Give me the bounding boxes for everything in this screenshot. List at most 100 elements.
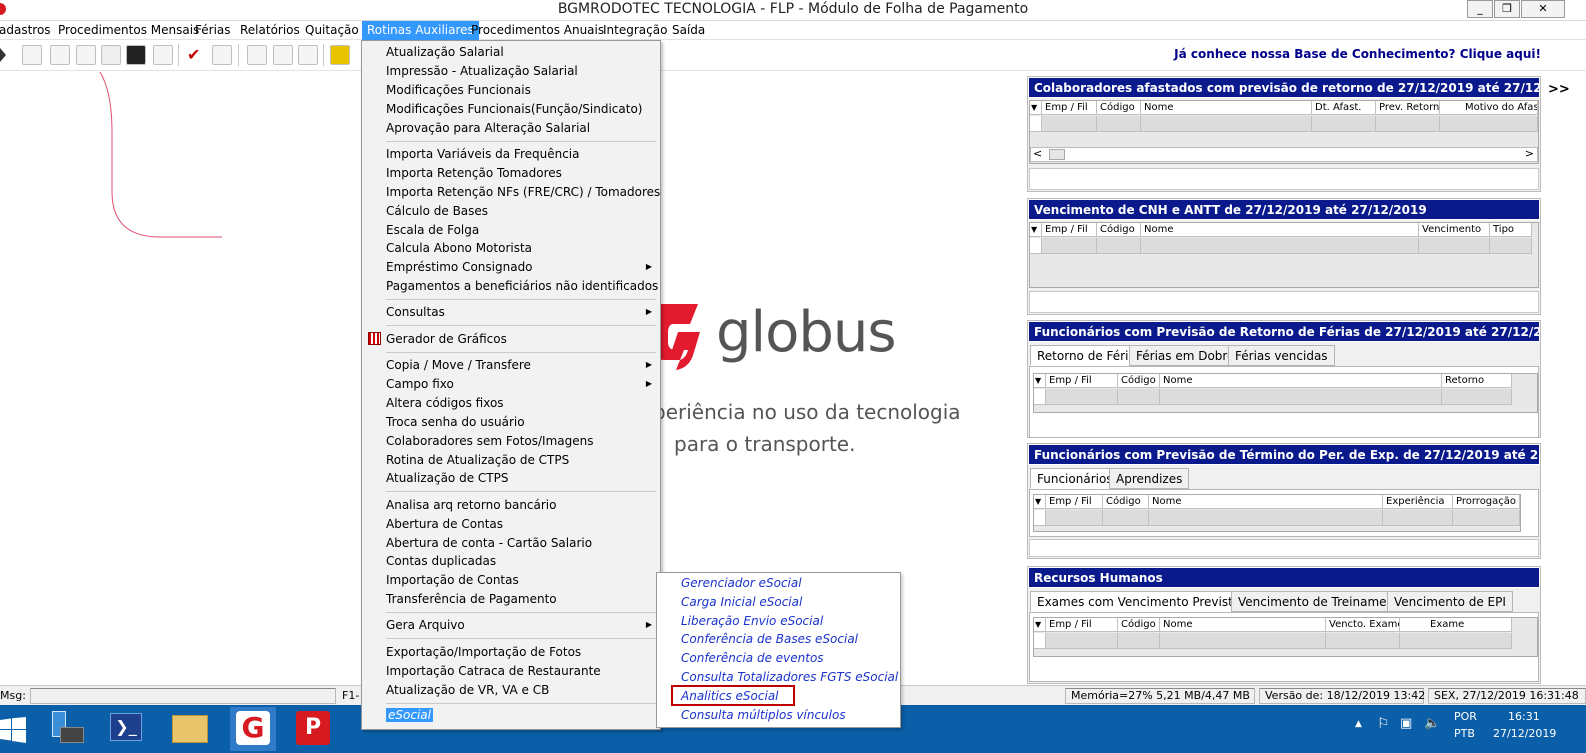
grid-cell[interactable] xyxy=(1160,633,1326,649)
chart-icon[interactable] xyxy=(212,45,232,65)
tab-epi[interactable]: Vencimento de EPI xyxy=(1387,591,1513,612)
user-icon[interactable] xyxy=(50,45,70,65)
grid-header[interactable]: Código xyxy=(1097,101,1141,115)
grid-cell[interactable] xyxy=(1118,633,1160,649)
grid-cell[interactable] xyxy=(1141,116,1312,132)
knowledge-base-link[interactable]: Já conhece nossa Base de Conhecimento? C… xyxy=(1174,47,1541,61)
tab-funcionarios[interactable]: Funcionários xyxy=(1030,468,1120,489)
menu-cadastros[interactable]: adastros xyxy=(0,21,56,40)
menu-quitacao[interactable]: Quitação xyxy=(300,21,364,40)
data-grid[interactable]: ▼ Emp / Fil Código Nome Experiência Pror… xyxy=(1033,494,1521,532)
tab-aprendizes[interactable]: Aprendizes xyxy=(1109,468,1190,489)
menu-procedimentos-anuais[interactable]: Procedimentos Anuais xyxy=(466,21,609,40)
grid-header[interactable]: Experiência xyxy=(1383,495,1453,509)
grid-header[interactable]: Nome xyxy=(1160,618,1326,632)
tray-expand-icon[interactable]: ▲ xyxy=(1355,719,1362,729)
grid-cell[interactable] xyxy=(1376,116,1440,132)
language-indicator[interactable]: POR xyxy=(1454,710,1477,723)
grid-menu-icon[interactable]: ▼ xyxy=(1030,101,1042,115)
grid-cell[interactable] xyxy=(1097,238,1141,254)
powershell-icon[interactable]: ❯_ xyxy=(110,713,142,741)
menu-saida[interactable]: Saída xyxy=(667,21,710,40)
grid-cell[interactable] xyxy=(1160,389,1442,405)
menu-item[interactable]: Importa Retenção NFs (FRE/CRC) / Tomador… xyxy=(364,183,660,202)
grid-header[interactable]: Retorno xyxy=(1442,374,1512,388)
grid-cell[interactable] xyxy=(1046,389,1118,405)
scroll-left-icon[interactable]: < xyxy=(1033,147,1042,160)
grid-header[interactable]: Nome xyxy=(1141,223,1419,237)
menu-item[interactable]: Rotina de Atualização de CTPS xyxy=(364,451,658,470)
windows-start-icon[interactable] xyxy=(0,717,26,743)
menu-item[interactable]: Aprovação para Alteração Salarial xyxy=(364,119,658,138)
menu-item[interactable]: Altera códigos fixos xyxy=(364,394,658,413)
menu-item-consultas[interactable]: Consultas xyxy=(364,303,658,322)
grid-row-selector[interactable] xyxy=(1030,238,1042,254)
menu-item[interactable]: Importação de Contas xyxy=(364,571,658,590)
network-icon[interactable]: ▣ xyxy=(1400,716,1412,731)
menu-item-gera-arquivo[interactable]: Gera Arquivo xyxy=(364,616,658,635)
grid-header[interactable]: Nome xyxy=(1149,495,1383,509)
clock-time[interactable]: 16:31 xyxy=(1508,710,1540,723)
grid-header[interactable]: Prorrogação xyxy=(1453,495,1520,509)
submenu-item[interactable]: Liberação Envio eSocial xyxy=(681,612,823,631)
menu-item[interactable]: Importação Catraca de Restaurante xyxy=(364,662,658,681)
grid-cell[interactable] xyxy=(1442,389,1512,405)
taskbar-app-globus[interactable]: G xyxy=(230,707,276,751)
grid-cell[interactable] xyxy=(1326,633,1400,649)
grid-header[interactable]: Código xyxy=(1118,618,1160,632)
grid-cell[interactable] xyxy=(1419,238,1490,254)
grid-header[interactable]: Motivo do Afastamento xyxy=(1440,101,1538,115)
exit-door-icon[interactable] xyxy=(330,45,350,65)
settings-doc-icon[interactable] xyxy=(247,45,267,65)
grid-cell[interactable] xyxy=(1046,510,1103,526)
keyboard-layout[interactable]: PTB xyxy=(1454,727,1475,740)
submenu-item[interactable]: Conferência de eventos xyxy=(681,649,824,668)
grid-row-selector[interactable] xyxy=(1030,116,1042,132)
grid-cell[interactable] xyxy=(1440,116,1538,132)
new-doc-icon[interactable] xyxy=(273,45,293,65)
save-icon[interactable] xyxy=(126,45,146,65)
menu-procedimentos-mensais[interactable]: Procedimentos Mensais xyxy=(53,21,204,40)
grid-row-selector[interactable] xyxy=(1034,510,1046,526)
grid-header[interactable]: Emp / Fil xyxy=(1046,495,1103,509)
menu-item[interactable]: Transferência de Pagamento xyxy=(364,590,658,609)
menu-item[interactable]: Exportação/Importação de Fotos xyxy=(364,643,658,662)
menu-item[interactable]: Analisa arq retorno bancário xyxy=(364,496,658,515)
grid-header[interactable]: Código xyxy=(1097,223,1141,237)
grid-header[interactable]: Vencto. Exame xyxy=(1326,618,1400,632)
grid-header[interactable]: Prev. Retorno xyxy=(1376,101,1440,115)
menu-item[interactable]: Escala de Folga xyxy=(364,221,658,240)
submenu-item[interactable]: Consulta múltiplos vínculos xyxy=(681,706,846,725)
toolbar-arrow-icon[interactable] xyxy=(0,48,6,62)
submenu-item[interactable]: Carga Inicial eSocial xyxy=(681,593,802,612)
minimize-button[interactable]: _ xyxy=(1467,0,1493,18)
menu-item[interactable]: Troca senha do usuário xyxy=(364,413,658,432)
menu-integracao[interactable]: Integração xyxy=(598,21,672,40)
taskbar-app-2[interactable]: P xyxy=(290,707,336,751)
grid-cell[interactable] xyxy=(1453,510,1520,526)
export-icon[interactable] xyxy=(298,45,318,65)
submenu-item[interactable]: Gerenciador eSocial xyxy=(681,574,802,593)
grid-header[interactable]: Nome xyxy=(1141,101,1312,115)
grid-row-selector[interactable] xyxy=(1034,633,1046,649)
menu-item-copia[interactable]: Copia / Move / Transfere xyxy=(364,356,658,375)
grid-header[interactable]: Emp / Fil xyxy=(1046,374,1118,388)
data-grid[interactable]: ▼ Emp / Fil Código Nome Retorno xyxy=(1033,373,1538,413)
menu-rotinas-auxiliares[interactable]: Rotinas Auxiliares xyxy=(362,21,479,40)
menu-item[interactable]: Abertura de conta - Cartão Salario xyxy=(364,534,658,553)
grid-cell[interactable] xyxy=(1103,510,1149,526)
menu-item-campo-fixo[interactable]: Campo fixo xyxy=(364,375,658,394)
grid-cell[interactable] xyxy=(1383,510,1453,526)
menu-item[interactable]: Colaboradores sem Fotos/Imagens xyxy=(364,432,658,451)
menu-item[interactable]: Importa Variáveis da Frequência xyxy=(364,145,658,164)
grid-header[interactable]: Emp / Fil xyxy=(1042,101,1097,115)
menu-item[interactable]: Contas duplicadas xyxy=(364,552,658,571)
menu-item[interactable]: Pagamentos a beneficiários não identific… xyxy=(364,277,658,296)
grid-cell[interactable] xyxy=(1097,116,1141,132)
search-people-icon[interactable] xyxy=(22,45,42,65)
data-grid[interactable]: ▼ Emp / Fil Código Nome Vencto. Exame Ex… xyxy=(1033,617,1538,657)
grid-header[interactable]: Vencimento xyxy=(1419,223,1490,237)
clock-date[interactable]: 27/12/2019 xyxy=(1493,727,1556,740)
menu-item[interactable]: Atualização de VR, VA e CB xyxy=(364,681,658,700)
submenu-item[interactable]: Conferência de Bases eSocial xyxy=(681,630,858,649)
